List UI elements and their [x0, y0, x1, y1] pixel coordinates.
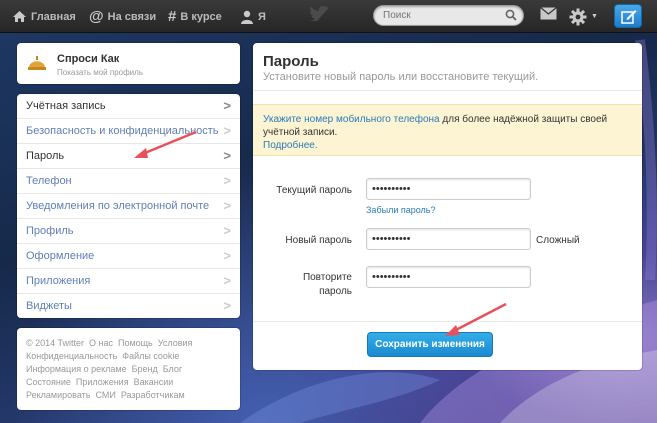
footer-link[interactable]: Помощь — [118, 338, 153, 348]
footer-link[interactable]: О нас — [89, 338, 113, 348]
menu-item-label: Учётная запись — [26, 100, 106, 112]
hashtag-icon: # — [168, 8, 177, 25]
menu-item-design[interactable]: Оформление > — [17, 244, 240, 269]
forgot-password-link[interactable]: Забыли пароль? — [366, 205, 435, 215]
current-password-label: Текущий пароль — [276, 185, 352, 196]
repeat-label-line: пароль — [319, 286, 352, 297]
chevron-right-icon: > — [223, 298, 231, 313]
learn-more-link[interactable]: Подробнее. — [263, 140, 318, 151]
nav-discover[interactable]: # В курсе — [168, 0, 222, 33]
menu-item-widgets[interactable]: Виджеты > — [17, 294, 240, 319]
new-password-label: Новый пароль — [285, 235, 352, 246]
current-password-field[interactable]: •••••••••• — [366, 178, 531, 200]
menu-item-profile[interactable]: Профиль > — [17, 219, 240, 244]
nav-me[interactable]: Я — [240, 0, 266, 33]
footer-row: © 2014 Twitter О нас Помощь Условия — [26, 337, 231, 350]
phone-notice: Укажите номер мобильного телефона для бо… — [253, 104, 642, 156]
page-title: Пароль — [263, 53, 319, 70]
footer-row: Конфиденциальность Файлы cookie — [26, 350, 231, 363]
footer-copyright: © 2014 Twitter — [26, 338, 84, 348]
nav-home[interactable]: Главная — [12, 0, 76, 33]
chevron-right-icon: > — [223, 123, 231, 138]
chevron-right-icon: > — [223, 148, 231, 163]
menu-item-phone[interactable]: Телефон > — [17, 169, 240, 194]
footer-link[interactable]: Условия — [158, 338, 193, 348]
footer-links: © 2014 Twitter О нас Помощь Условия Конфиде… — [17, 328, 240, 410]
new-password-field[interactable]: •••••••••• — [366, 228, 531, 250]
search-input[interactable] — [383, 8, 498, 23]
settings-menu: Учётная запись > Безопасность и конфиден… — [17, 94, 240, 318]
chevron-right-icon: > — [223, 248, 231, 263]
top-navigation-bar: Главная @ На связи # В курсе Я ▼ — [0, 0, 657, 33]
footer-link[interactable]: Состояние — [26, 377, 71, 387]
footer-link[interactable]: Разработчикам — [121, 390, 185, 400]
settings-gear-icon[interactable] — [569, 8, 587, 26]
menu-item-label: Приложения — [26, 275, 91, 287]
menu-item-label: Виджеты — [26, 300, 72, 312]
footer-row: Рекламировать СМИ Разработчикам — [26, 389, 231, 402]
repeat-label-line: Повторите — [302, 272, 352, 283]
repeat-password-label: Повторите пароль — [303, 271, 352, 299]
menu-item-password[interactable]: Пароль > — [17, 144, 240, 169]
avatar[interactable] — [26, 52, 48, 74]
menu-item-label: Профиль — [26, 225, 74, 237]
menu-item-apps[interactable]: Приложения > — [17, 269, 240, 294]
chevron-down-icon[interactable]: ▼ — [591, 13, 598, 20]
menu-item-label: Оформление — [26, 250, 95, 262]
footer-link[interactable]: Приложения — [76, 377, 129, 387]
menu-item-security[interactable]: Безопасность и конфиденциальность > — [17, 119, 240, 144]
annotation-arrow — [134, 130, 197, 158]
footer-row: Информация о рекламе Бренд Блог — [26, 363, 231, 376]
nav-me-label: Я — [258, 10, 266, 23]
menu-item-account[interactable]: Учётная запись > — [17, 94, 240, 119]
chevron-right-icon: > — [223, 273, 231, 288]
menu-item-email-notifications[interactable]: Уведомления по электронной почте > — [17, 194, 240, 219]
compose-tweet-button[interactable] — [614, 4, 642, 28]
footer-row: Состояние Приложения Вакансии — [26, 376, 231, 389]
menu-item-label: Уведомления по электронной почте — [26, 200, 210, 212]
chevron-right-icon: > — [223, 223, 231, 238]
nav-discover-label: В курсе — [180, 10, 222, 23]
footer-link[interactable]: Информация о рекламе — [26, 364, 127, 374]
chevron-right-icon: > — [223, 173, 231, 188]
footer-link[interactable]: Конфиденциальность — [26, 351, 117, 361]
annotation-arrow — [445, 302, 507, 336]
compose-pen-icon — [621, 10, 637, 24]
profile-link[interactable]: Показать мой профиль — [57, 68, 143, 77]
person-icon — [241, 10, 253, 24]
nav-connect[interactable]: @ На связи — [89, 0, 156, 33]
nav-home-label: Главная — [31, 10, 76, 23]
menu-item-label: Пароль — [26, 150, 65, 162]
twitter-bird-icon[interactable] — [310, 5, 330, 21]
footer-link[interactable]: Бренд — [132, 364, 158, 374]
divider — [253, 90, 642, 91]
footer-link[interactable]: Файлы cookie — [122, 351, 179, 361]
add-phone-link[interactable]: Укажите номер мобильного телефона — [263, 114, 440, 125]
footer-link[interactable]: Рекламировать — [26, 390, 90, 400]
search-icon[interactable] — [505, 9, 517, 21]
chevron-right-icon: > — [223, 98, 231, 113]
footer-link[interactable]: Блог — [163, 364, 182, 374]
at-sign-icon: @ — [89, 8, 104, 25]
footer-link[interactable]: Вакансии — [134, 377, 174, 387]
password-strength: Сложный — [536, 235, 580, 246]
home-icon — [13, 11, 26, 22]
menu-item-label: Телефон — [26, 175, 72, 187]
messages-icon[interactable] — [540, 7, 557, 20]
search-box[interactable] — [373, 5, 524, 26]
chevron-right-icon: > — [223, 198, 231, 213]
footer-link[interactable]: СМИ — [95, 390, 115, 400]
nav-connect-label: На связи — [107, 10, 157, 23]
repeat-password-field[interactable]: •••••••••• — [366, 266, 531, 288]
profile-name[interactable]: Спроси Как — [57, 53, 119, 65]
profile-card[interactable]: Спроси Как Показать мой профиль — [17, 43, 240, 84]
page-subtitle: Установите новый пароль или восстановите… — [263, 71, 539, 83]
